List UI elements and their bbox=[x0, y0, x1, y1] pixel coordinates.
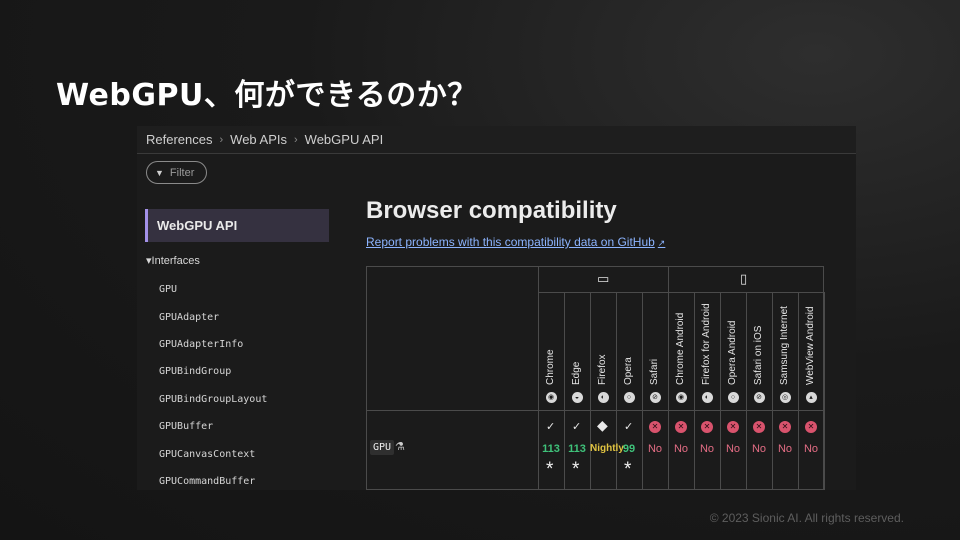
sidebar-item-webgpu-api[interactable]: WebGPU API bbox=[145, 209, 329, 242]
sidebar-item[interactable]: GPUAdapter bbox=[159, 303, 267, 330]
column-divider bbox=[798, 292, 799, 490]
column-divider bbox=[590, 292, 591, 490]
browser-name-safari: Safari bbox=[649, 358, 660, 385]
column-divider bbox=[746, 292, 747, 490]
version-label[interactable]: No bbox=[772, 443, 798, 455]
unsupported-x-icon: ✕ bbox=[805, 421, 817, 433]
opera-icon: ○ bbox=[623, 392, 635, 403]
filter-funnel-icon: ▼ bbox=[155, 167, 164, 178]
chevron-right-icon: › bbox=[219, 133, 224, 146]
version-label[interactable]: No bbox=[668, 443, 694, 455]
sidebar-item[interactable]: GPU bbox=[159, 276, 267, 303]
desktop-monitor-icon: ▭ bbox=[597, 271, 610, 286]
android-icon: ▴ bbox=[805, 392, 817, 403]
column-divider bbox=[772, 292, 773, 490]
version-label[interactable]: No bbox=[798, 443, 824, 455]
supported-check-icon: ✓ bbox=[624, 421, 634, 433]
unsupported-x-icon: ✕ bbox=[727, 421, 739, 433]
column-divider bbox=[616, 292, 617, 490]
sidebar-item[interactable]: GPUCanvasContext bbox=[159, 440, 267, 467]
safari-icon: ⊘ bbox=[649, 392, 661, 403]
opera-icon: ○ bbox=[727, 392, 739, 403]
breadcrumb-web-apis[interactable]: Web APIs bbox=[230, 132, 287, 147]
unsupported-x-icon: ✕ bbox=[675, 421, 687, 433]
browser-name-samsung-internet: Samsung Internet bbox=[779, 306, 790, 385]
unsupported-x-icon: ✕ bbox=[649, 421, 661, 433]
edge-icon: ◒ bbox=[571, 392, 583, 403]
version-label[interactable]: No bbox=[746, 443, 772, 455]
footnote-asterisk: * bbox=[624, 459, 632, 480]
report-link[interactable]: Report problems with this compatibility … bbox=[366, 235, 665, 249]
preview-diamond-icon: ◆ bbox=[597, 417, 608, 433]
browser-name-opera-android: Opera Android bbox=[727, 320, 738, 386]
column-divider bbox=[824, 292, 825, 490]
column-divider bbox=[668, 266, 669, 490]
report-link-text: Report problems with this compatibility … bbox=[366, 235, 655, 249]
breadcrumb: References › Web APIs › WebGPU API bbox=[137, 126, 856, 154]
version-label[interactable]: No bbox=[694, 443, 720, 455]
column-divider bbox=[720, 292, 721, 490]
column-divider bbox=[642, 292, 643, 490]
safari-icon: ⊘ bbox=[753, 392, 765, 403]
filter-label: Filter bbox=[169, 166, 195, 179]
breadcrumb-references[interactable]: References bbox=[146, 132, 212, 147]
sidebar-item[interactable]: GPUAdapterInfo bbox=[159, 331, 267, 358]
browser-name-opera: Opera bbox=[623, 357, 634, 385]
unsupported-x-icon: ✕ bbox=[701, 421, 713, 433]
version-label[interactable]: No bbox=[642, 443, 668, 455]
version-label[interactable]: Nightly bbox=[590, 443, 624, 454]
slide-footer: © 2023 Sionic AI. All rights reserved. bbox=[709, 511, 904, 525]
sidebar-item[interactable]: GPUBindGroup bbox=[159, 358, 267, 385]
browser-name-safari-on-ios: Safari on iOS bbox=[753, 325, 764, 385]
filter-button[interactable]: ▼ Filter bbox=[146, 161, 207, 184]
compat-table: ▭ ▯ Chrome ◉ ✓ 113 * Edge ◒ ✓ 113 * Firefox ◐ ◆ Nightly… bbox=[366, 266, 825, 490]
samsung-internet-icon: ◎ bbox=[779, 392, 791, 403]
chrome-icon: ◉ bbox=[675, 392, 687, 403]
chrome-icon: ◉ bbox=[545, 392, 557, 403]
section-heading: Browser compatibility bbox=[366, 197, 617, 224]
version-label[interactable]: 99 bbox=[616, 443, 642, 455]
experimental-flask-icon: ⚗ bbox=[395, 441, 405, 453]
browser-name-webview-android: WebView Android bbox=[805, 306, 816, 385]
unsupported-x-icon: ✕ bbox=[779, 421, 791, 433]
browser-name-edge: Edge bbox=[571, 361, 582, 385]
column-divider bbox=[564, 292, 565, 490]
sidebar-list: GPU GPUAdapter GPUAdapterInfo GPUBindGroup G… bbox=[159, 276, 267, 490]
version-label[interactable]: 113 bbox=[538, 443, 564, 455]
group-header-divider bbox=[538, 292, 824, 293]
column-divider bbox=[538, 266, 539, 490]
mobile-phone-icon: ▯ bbox=[740, 271, 748, 286]
firefox-icon: ◐ bbox=[701, 392, 713, 403]
browser-name-chrome: Chrome bbox=[545, 349, 556, 385]
version-label[interactable]: 113 bbox=[564, 443, 590, 455]
breadcrumb-webgpu-api[interactable]: WebGPU API bbox=[305, 132, 384, 147]
firefox-icon: ◐ bbox=[597, 392, 609, 403]
slide-title: WebGPU、何ができるのか？ bbox=[56, 78, 478, 113]
external-link-icon: ↗ bbox=[657, 238, 666, 248]
version-label[interactable]: No bbox=[720, 443, 746, 455]
table-header-divider bbox=[366, 410, 824, 411]
footnote-asterisk: * bbox=[546, 459, 554, 480]
browser-screenshot: References › Web APIs › WebGPU API ▼ Fil… bbox=[137, 126, 856, 490]
supported-check-icon: ✓ bbox=[572, 421, 582, 433]
sidebar-item[interactable]: GPUBuffer bbox=[159, 413, 267, 440]
browser-name-firefox: Firefox bbox=[597, 354, 608, 385]
browser-name-chrome-android: Chrome Android bbox=[675, 312, 686, 385]
browser-name-firefox-for-android: Firefox for Android bbox=[701, 303, 712, 385]
sidebar-group-interfaces[interactable]: ▾Interfaces bbox=[146, 254, 200, 267]
footnote-asterisk: * bbox=[572, 459, 580, 480]
column-divider bbox=[694, 292, 695, 490]
sidebar-item[interactable]: GPUBindGroupLayout bbox=[159, 386, 267, 413]
unsupported-x-icon: ✕ bbox=[753, 421, 765, 433]
sidebar-item[interactable]: GPUCommandBuffer bbox=[159, 468, 267, 490]
supported-check-icon: ✓ bbox=[546, 421, 556, 433]
feature-gpu-label[interactable]: GPU bbox=[370, 440, 395, 455]
chevron-right-icon: › bbox=[294, 133, 298, 146]
